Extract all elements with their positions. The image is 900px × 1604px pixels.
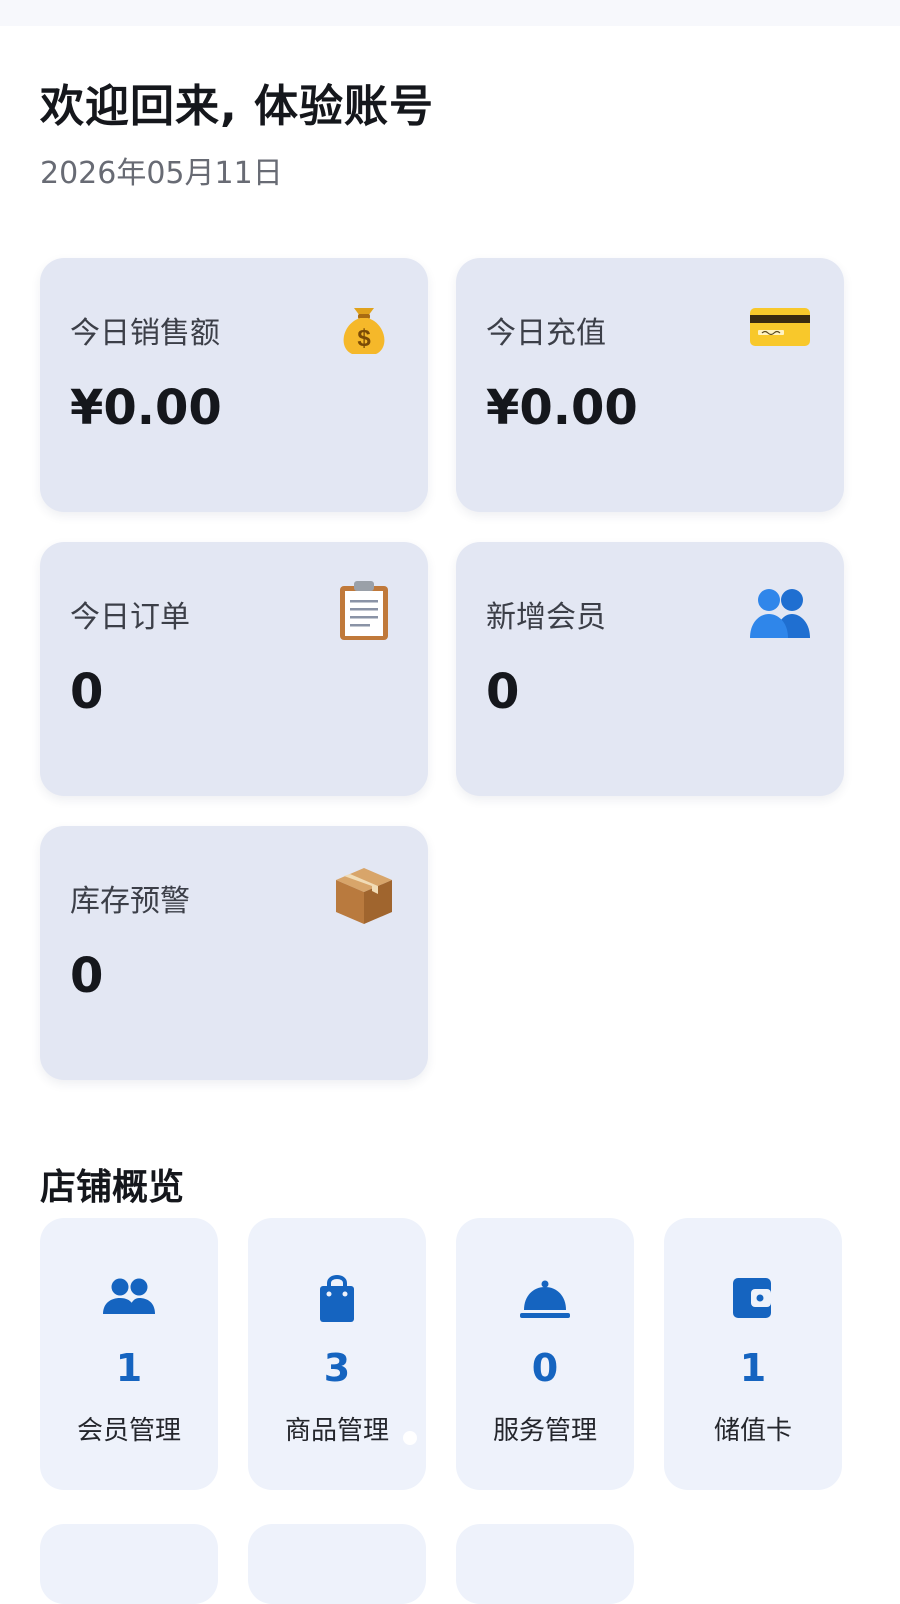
stat-card-new-members[interactable]: 新增会员 0 bbox=[456, 542, 844, 796]
stat-value: ¥0.00 bbox=[70, 380, 222, 436]
tile-count: 3 bbox=[323, 1346, 351, 1390]
page-title: 欢迎回来, 体验账号 bbox=[40, 81, 435, 132]
tile-label: 商品管理 bbox=[284, 1416, 389, 1446]
credit-card-icon bbox=[750, 308, 810, 346]
tile-count: 1 bbox=[739, 1346, 767, 1390]
tile-count: 0 bbox=[531, 1346, 559, 1390]
tile-partial[interactable] bbox=[40, 1524, 218, 1604]
members-icon bbox=[103, 1278, 155, 1314]
stat-card-stock-warning[interactable]: 库存预警 0 bbox=[40, 826, 428, 1080]
stat-label: 今日销售额 bbox=[70, 316, 220, 351]
stat-label: 新增会员 bbox=[486, 600, 606, 635]
svg-text:$: $ bbox=[357, 325, 371, 352]
shopping-bag-icon bbox=[320, 1275, 354, 1322]
tile-stored-value-card[interactable]: 1 储值卡 bbox=[664, 1218, 842, 1490]
tile-label: 服务管理 bbox=[492, 1416, 597, 1446]
tile-product-management[interactable]: 3 商品管理 bbox=[248, 1218, 426, 1490]
stat-card-orders[interactable]: 今日订单 0 bbox=[40, 542, 428, 796]
tile-partial[interactable] bbox=[248, 1524, 426, 1604]
page-indicator-dot bbox=[403, 1431, 417, 1445]
stat-value: 0 bbox=[70, 948, 104, 1004]
stat-label: 今日充值 bbox=[486, 316, 606, 351]
service-bell-icon bbox=[520, 1280, 570, 1318]
stat-value: 0 bbox=[70, 664, 104, 720]
stat-label: 库存预警 bbox=[70, 884, 190, 919]
tile-service-management[interactable]: 0 服务管理 bbox=[456, 1218, 634, 1490]
tile-label: 储值卡 bbox=[713, 1416, 792, 1446]
clipboard-icon bbox=[340, 581, 388, 640]
tile-member-management[interactable]: 1 会员管理 bbox=[40, 1218, 218, 1490]
tile-label: 会员管理 bbox=[76, 1416, 181, 1446]
stat-value: 0 bbox=[486, 664, 520, 720]
stat-card-recharge[interactable]: 今日充值 ¥0.00 bbox=[456, 258, 844, 512]
stat-label: 今日订单 bbox=[70, 600, 190, 635]
section-title-overview: 店铺概览 bbox=[40, 1167, 185, 1208]
stat-card-sales[interactable]: 今日销售额 ¥0.00 $ bbox=[40, 258, 428, 512]
status-bar bbox=[0, 0, 900, 26]
money-bag-icon: $ bbox=[343, 308, 385, 354]
current-date: 2026年05月11日 bbox=[40, 156, 283, 191]
wallet-icon bbox=[733, 1278, 771, 1318]
tile-partial[interactable] bbox=[456, 1524, 634, 1604]
package-icon bbox=[336, 868, 392, 924]
people-icon bbox=[750, 589, 810, 638]
tile-count: 1 bbox=[115, 1346, 143, 1390]
stat-value: ¥0.00 bbox=[486, 380, 638, 436]
